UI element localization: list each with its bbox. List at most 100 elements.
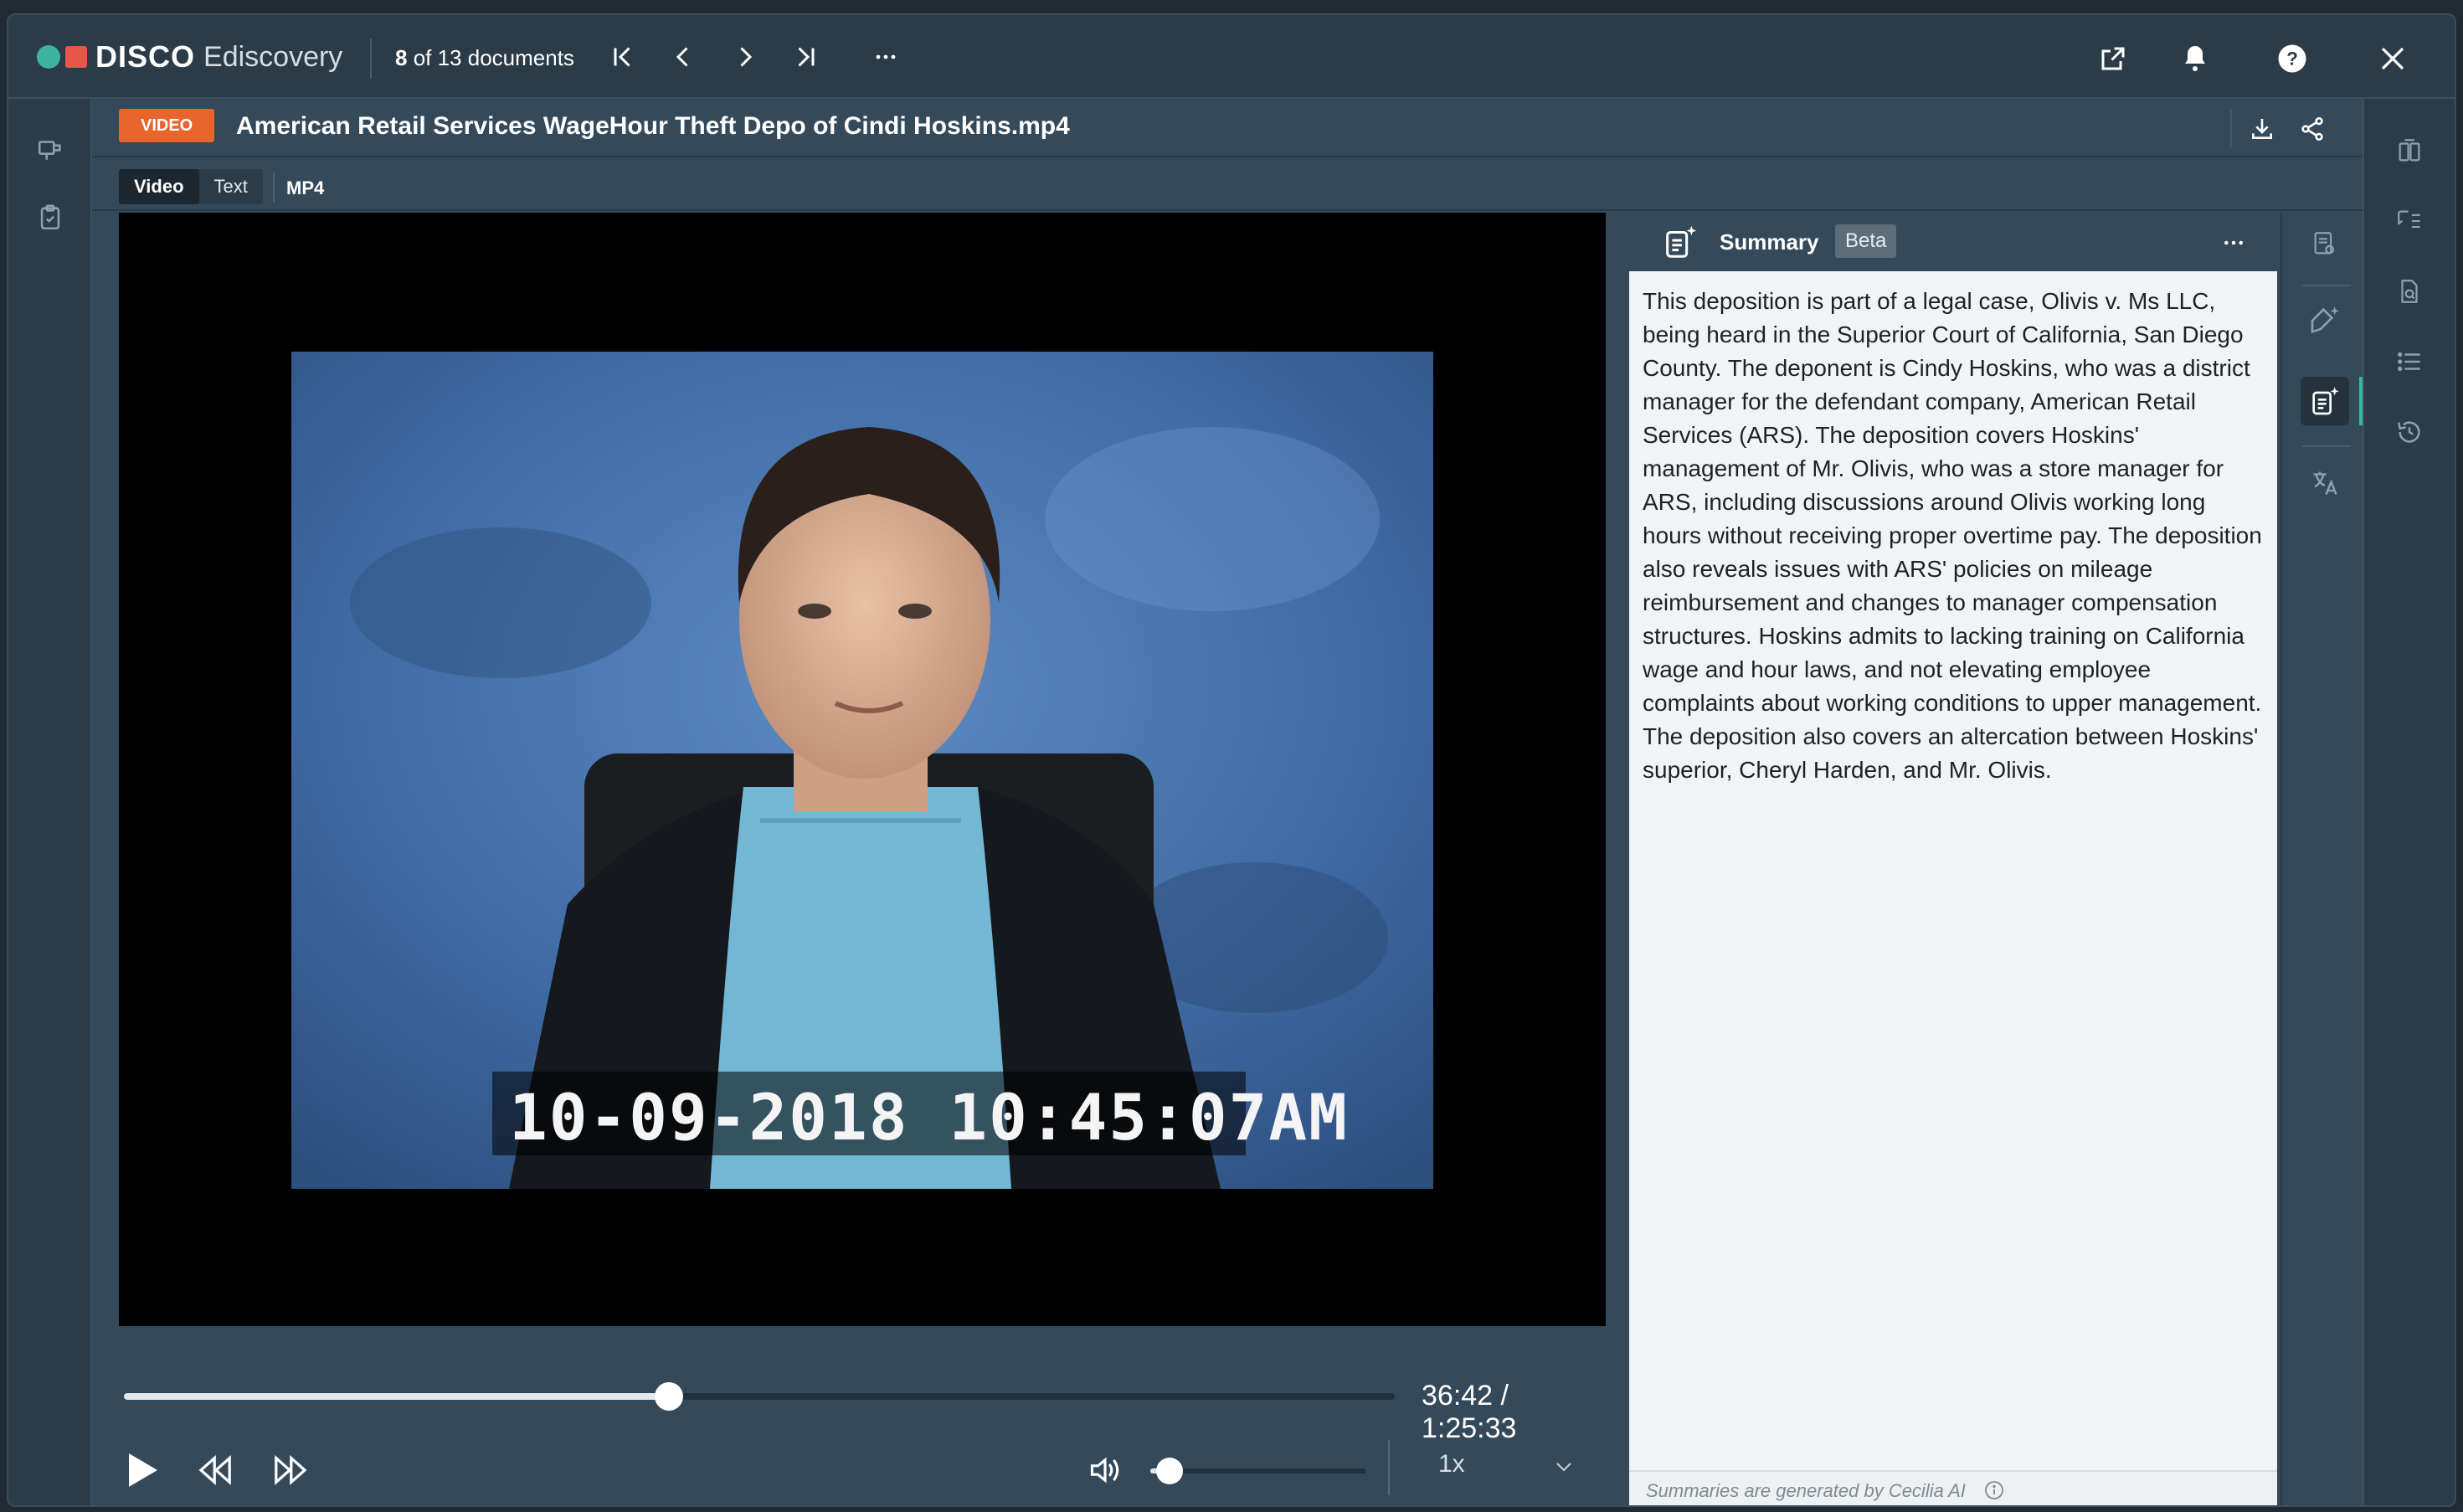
video-frame: 10-09-2018 10:45:07AM <box>291 352 1433 1189</box>
summary-header: Summary Beta <box>1629 213 2277 271</box>
summary-footer: Summaries are generated by Cecilia AI <box>1629 1470 2277 1505</box>
play-icon <box>129 1453 157 1487</box>
speed-dropdown-button[interactable] <box>1547 1450 1581 1484</box>
comments-button[interactable] <box>2393 204 2426 238</box>
ai-tag-button[interactable] <box>2306 301 2344 340</box>
close-icon <box>2381 47 2404 70</box>
tab-text[interactable]: Text <box>199 169 263 204</box>
first-doc-button[interactable] <box>603 37 643 77</box>
more-icon <box>876 54 896 59</box>
document-title: American Retail Services WageHour Theft … <box>236 112 1070 140</box>
current-position: 8 <box>395 45 408 70</box>
divider <box>273 172 275 203</box>
top-bar: DISCO Ediscovery 8 of 13 documents ? <box>8 15 2455 99</box>
coding-panel-icon <box>38 141 61 160</box>
ai-summary-icon <box>2312 387 2339 415</box>
volume-handle[interactable] <box>1156 1458 1184 1484</box>
right-rail <box>2363 99 2455 1505</box>
svg-text:?: ? <box>2286 49 2298 69</box>
split-view-button[interactable] <box>2393 134 2426 167</box>
summary-more-button[interactable] <box>2217 226 2250 260</box>
ai-summary-icon <box>1661 223 1699 261</box>
seek-progress <box>124 1393 670 1400</box>
divider <box>2230 109 2232 147</box>
doc-review-icon <box>2314 232 2335 255</box>
ai-summary-button[interactable] <box>2301 377 2349 425</box>
playback-speed-select[interactable]: 1x <box>1438 1450 1465 1479</box>
app-logo: DISCO Ediscovery <box>37 39 342 74</box>
rewind-button[interactable] <box>193 1447 239 1494</box>
view-tabs: Video Text <box>119 169 263 204</box>
prev-doc-button[interactable] <box>663 37 703 77</box>
open-external-icon <box>2101 47 2125 70</box>
fast-forward-button[interactable] <box>266 1447 313 1494</box>
tab-video[interactable]: Video <box>119 169 199 204</box>
left-rail <box>8 99 92 1505</box>
summary-text: This deposition is part of a legal case,… <box>1643 288 2262 783</box>
seek-handle[interactable] <box>655 1382 684 1411</box>
last-doc-button[interactable] <box>785 37 825 77</box>
info-icon[interactable] <box>1984 1480 2004 1500</box>
player-controls: 36:42 / 1:25:33 1x <box>119 1326 1664 1505</box>
next-doc-button[interactable] <box>725 37 765 77</box>
brand-name: DISCO <box>95 39 196 74</box>
history-icon <box>2397 421 2420 443</box>
volume-slider[interactable] <box>1150 1458 1366 1484</box>
beta-badge: Beta <box>1835 224 1897 258</box>
more-icon <box>2224 240 2243 245</box>
prev-doc-icon <box>676 47 688 67</box>
chevron-down-icon <box>1556 1463 1571 1472</box>
next-doc-icon <box>740 47 753 67</box>
seek-bar[interactable] <box>124 1382 1395 1411</box>
deposition-video-image <box>291 352 1433 1189</box>
doc-review-button[interactable] <box>2306 224 2344 263</box>
logo-square-icon <box>65 46 87 68</box>
document-search-button[interactable] <box>2393 275 2426 308</box>
video-timestamp-overlay: 10-09-2018 10:45:07AM <box>509 1080 1349 1155</box>
document-type-badge: VIDEO <box>119 109 215 142</box>
notifications-button[interactable] <box>2173 37 2217 80</box>
coding-panel-button[interactable] <box>33 132 67 166</box>
timecode: 36:42 / 1:25:33 <box>1422 1380 1517 1444</box>
split-view-icon <box>2399 139 2420 162</box>
help-icon: ? <box>2278 44 2306 73</box>
fast-forward-icon <box>275 1455 307 1485</box>
view-mode-bar: Video Text MP4 <box>92 159 2366 211</box>
close-button[interactable] <box>2371 37 2414 80</box>
viewer-window: DISCO Ediscovery 8 of 13 documents ? VID… <box>7 13 2456 1507</box>
logo-dot-icon <box>37 45 60 69</box>
history-button[interactable] <box>2393 415 2426 449</box>
document-position: 8 of 13 documents <box>395 45 574 71</box>
translate-icon <box>2313 471 2337 495</box>
share-button[interactable] <box>2296 112 2329 146</box>
video-player[interactable]: 10-09-2018 10:45:07AM <box>119 213 1606 1326</box>
clipboard-check-icon <box>40 204 60 230</box>
divider <box>2302 445 2351 447</box>
bell-icon <box>2185 46 2205 71</box>
tool-column <box>2280 213 2366 1505</box>
open-external-button[interactable] <box>2091 37 2135 80</box>
help-button[interactable]: ? <box>2270 37 2314 80</box>
summary-disclaimer: Summaries are generated by Cecilia AI <box>1646 1480 1966 1501</box>
ai-tag-icon <box>2311 306 2339 334</box>
position-total: of 13 documents <box>407 45 574 70</box>
share-icon <box>2301 117 2323 141</box>
translate-button[interactable] <box>2306 464 2344 502</box>
divider <box>1388 1440 1390 1495</box>
document-search-icon <box>2401 280 2418 303</box>
volume-button[interactable] <box>1082 1447 1129 1494</box>
playback-speed-value: 1x <box>1438 1450 1465 1478</box>
last-doc-icon <box>798 47 815 67</box>
document-viewer: VIDEO American Retail Services WageHour … <box>92 99 2366 1505</box>
list-icon <box>2397 352 2420 372</box>
more-actions-button[interactable] <box>866 37 906 77</box>
document-header: VIDEO American Retail Services WageHour … <box>92 99 2366 157</box>
summary-panel: Summary Beta This deposition is part of … <box>1629 213 2277 1505</box>
first-doc-icon <box>614 47 630 67</box>
outline-button[interactable] <box>2393 345 2426 378</box>
volume-icon <box>1090 1457 1119 1484</box>
divider <box>2302 285 2351 286</box>
review-checklist-button[interactable] <box>33 201 67 234</box>
download-button[interactable] <box>2245 112 2279 146</box>
play-button[interactable] <box>119 1447 166 1494</box>
